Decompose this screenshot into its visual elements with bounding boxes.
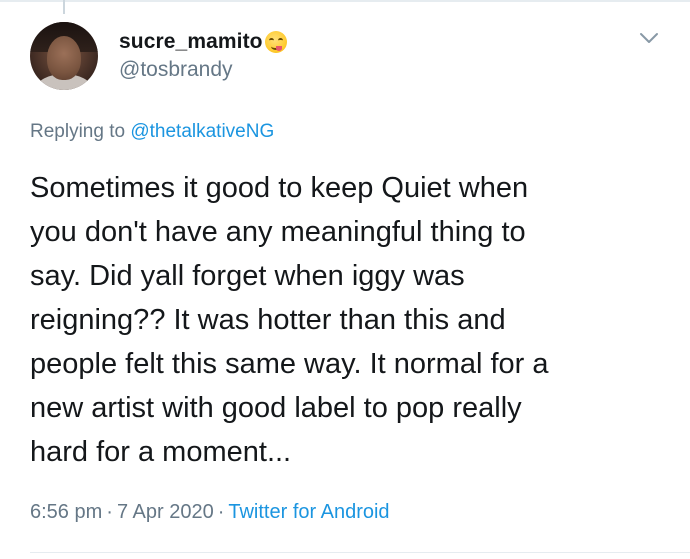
tweet-header: sucre_mamito @tosbrandy bbox=[0, 0, 690, 110]
tweet-text-line: people felt this same way. It normal for… bbox=[30, 348, 549, 380]
tweet-text-line: new artist with good label to pop really bbox=[30, 392, 522, 424]
replying-prefix: Replying to bbox=[30, 121, 131, 142]
bottom-divider bbox=[30, 552, 690, 553]
meta-separator: · bbox=[217, 501, 225, 523]
face-savoring-food-emoji-icon bbox=[264, 31, 287, 53]
tweet-date[interactable]: 7 Apr 2020 bbox=[117, 501, 214, 523]
tweet-metadata: 6:56 pm · 7 Apr 2020 · Twitter for Android bbox=[30, 501, 390, 524]
tweet-text-line: you don't have any meaningful thing to bbox=[30, 216, 526, 248]
author-display-name[interactable]: sucre_mamito bbox=[119, 30, 263, 54]
replying-to-mention-link[interactable]: @thetalkativeNG bbox=[130, 121, 274, 142]
tweet-text-line: Sometimes it good to keep Quiet when bbox=[30, 172, 529, 204]
replying-to-line: Replying to @thetalkativeNG bbox=[30, 121, 274, 143]
tweet-text-line: say. Did yall forget when iggy was bbox=[30, 260, 465, 292]
tweet-body: Sometimes it good to keep Quiet when you… bbox=[30, 166, 670, 474]
author-name-row[interactable]: sucre_mamito bbox=[119, 30, 287, 54]
author-handle[interactable]: @tosbrandy bbox=[119, 58, 233, 82]
avatar[interactable] bbox=[30, 22, 98, 90]
tweet-time[interactable]: 6:56 pm bbox=[30, 501, 102, 523]
tweet-text-line: reigning?? It was hotter than this and bbox=[30, 304, 506, 336]
tweet-source-link[interactable]: Twitter for Android bbox=[228, 501, 389, 523]
meta-separator: · bbox=[106, 501, 113, 523]
chevron-down-icon[interactable] bbox=[638, 30, 660, 46]
tweet-text-line: hard for a moment... bbox=[30, 436, 292, 468]
